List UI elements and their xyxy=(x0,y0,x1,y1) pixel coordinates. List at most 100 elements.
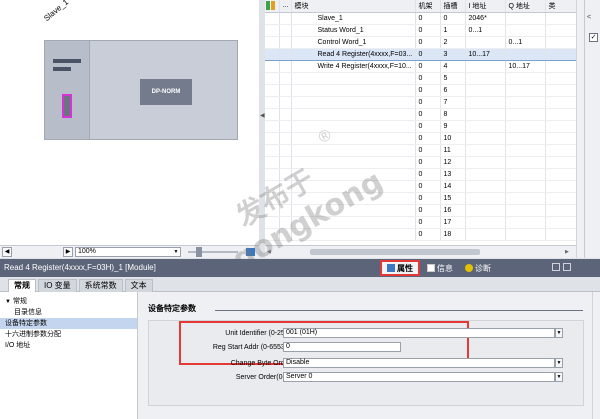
cell-module[interactable] xyxy=(291,204,416,217)
cell-status[interactable] xyxy=(265,24,280,37)
table-row[interactable]: 07 xyxy=(265,96,576,109)
cell-marker[interactable] xyxy=(279,120,292,133)
cell-status[interactable] xyxy=(265,120,280,133)
table-horizontal-scrollbar[interactable]: ◀ ▶ xyxy=(265,245,576,258)
cell-type[interactable] xyxy=(545,228,576,241)
cell-slot[interactable]: 8 xyxy=(440,108,466,121)
cell-i-address[interactable] xyxy=(465,216,506,229)
cell-type[interactable] xyxy=(545,47,576,61)
cell-type[interactable] xyxy=(545,12,576,25)
scrollbar-thumb[interactable] xyxy=(310,249,480,255)
cell-rack[interactable]: 0 xyxy=(415,168,441,181)
cell-i-address[interactable] xyxy=(465,156,506,169)
cell-slot[interactable]: 11 xyxy=(440,144,466,157)
nav-tree-item[interactable]: 十六进制参数分配 xyxy=(0,329,137,340)
collapse-arrow-icon[interactable]: ◀ xyxy=(260,112,265,119)
cell-type[interactable] xyxy=(545,24,576,37)
cell-status[interactable] xyxy=(265,168,280,181)
cell-module[interactable] xyxy=(291,144,416,157)
cell-status[interactable] xyxy=(265,144,280,157)
cell-marker[interactable] xyxy=(279,216,292,229)
cell-slot[interactable]: 15 xyxy=(440,192,466,205)
cell-i-address[interactable] xyxy=(465,36,506,49)
nav-tree-item[interactable]: 目录信息 xyxy=(0,307,137,318)
cell-i-address[interactable] xyxy=(465,132,506,145)
cell-status[interactable] xyxy=(265,228,280,241)
cell-type[interactable] xyxy=(545,108,576,121)
cell-module[interactable] xyxy=(291,96,416,109)
cell-type[interactable] xyxy=(545,96,576,109)
cell-slot[interactable]: 1 xyxy=(440,24,466,37)
cell-marker[interactable] xyxy=(279,180,292,193)
cell-marker[interactable] xyxy=(279,36,292,49)
cell-module[interactable] xyxy=(291,156,416,169)
table-row[interactable]: 0 12 xyxy=(265,156,576,169)
cell-marker[interactable] xyxy=(279,72,292,85)
table-row[interactable]: 06 xyxy=(265,84,576,97)
cell-type[interactable] xyxy=(545,72,576,85)
cell-q-address[interactable] xyxy=(505,47,546,61)
cell-module[interactable] xyxy=(291,108,416,121)
cell-status[interactable] xyxy=(265,72,280,85)
cell-i-address[interactable] xyxy=(465,168,506,181)
chevron-down-icon[interactable]: ▼ xyxy=(555,328,563,338)
cell-q-address[interactable] xyxy=(505,120,546,133)
cell-rack[interactable]: 0 xyxy=(415,180,441,193)
cell-status[interactable] xyxy=(265,47,280,61)
zoom-select[interactable]: 100% ▼ xyxy=(75,247,181,257)
cell-rack[interactable]: 0 xyxy=(415,47,441,61)
cell-type[interactable] xyxy=(545,168,576,181)
cell-slot[interactable]: 17 xyxy=(440,216,466,229)
column-header-rack[interactable]: 机架 xyxy=(415,0,441,13)
cell-module[interactable] xyxy=(291,72,416,85)
cell-module[interactable]: Control Word_1 xyxy=(291,36,416,49)
cell-q-address[interactable]: 10...17 xyxy=(505,60,546,73)
cell-marker[interactable] xyxy=(279,84,292,97)
cell-slot[interactable]: 6 xyxy=(440,84,466,97)
table-row[interactable]: Write 4 Register(4xxxx,F=10... 0 4 10...17 xyxy=(265,60,576,73)
cell-type[interactable] xyxy=(545,192,576,205)
cell-i-address[interactable]: 10...17 xyxy=(465,47,506,61)
cell-marker[interactable] xyxy=(279,108,292,121)
cell-slot[interactable]: 2 xyxy=(440,36,466,49)
cell-module[interactable] xyxy=(291,216,416,229)
cell-rack[interactable]: 0 xyxy=(415,156,441,169)
cell-rack[interactable]: 0 xyxy=(415,228,441,241)
cell-i-address[interactable]: 0...1 xyxy=(465,24,506,37)
cell-status[interactable] xyxy=(265,204,280,217)
table-row[interactable]: 0 14 xyxy=(265,180,576,193)
nav-tree-item[interactable]: I/O 地址 xyxy=(0,340,137,351)
cell-module[interactable] xyxy=(291,192,416,205)
cell-i-address[interactable] xyxy=(465,120,506,133)
cell-slot[interactable]: 7 xyxy=(440,96,466,109)
cell-type[interactable] xyxy=(545,132,576,145)
cell-rack[interactable]: 0 xyxy=(415,108,441,121)
nav-tree-item[interactable]: ▼ 常规 xyxy=(0,296,137,307)
cell-q-address[interactable] xyxy=(505,180,546,193)
cell-status[interactable] xyxy=(265,60,280,73)
scroll-left-icon[interactable]: ◀ xyxy=(267,249,271,255)
cell-module[interactable] xyxy=(291,228,416,241)
cell-i-address[interactable] xyxy=(465,84,506,97)
cell-type[interactable] xyxy=(545,156,576,169)
cell-q-address[interactable] xyxy=(505,108,546,121)
device-view[interactable]: Slave_1 DP-NORM xyxy=(0,0,259,245)
table-row[interactable]: 05 xyxy=(265,72,576,85)
table-row[interactable]: 0 16 xyxy=(265,204,576,217)
cell-type[interactable] xyxy=(545,84,576,97)
cell-type[interactable] xyxy=(545,120,576,133)
chevron-down-icon[interactable]: ▼ xyxy=(555,372,563,382)
cell-slot[interactable]: 4 xyxy=(440,60,466,73)
cell-status[interactable] xyxy=(265,96,280,109)
cell-marker[interactable] xyxy=(279,47,292,61)
float-window-icon[interactable] xyxy=(552,263,560,271)
cell-module[interactable]: Slave_1 xyxy=(291,12,416,25)
cell-marker[interactable] xyxy=(279,168,292,181)
chevron-down-icon[interactable]: ▼ xyxy=(555,358,563,368)
cell-slot[interactable]: 9 xyxy=(440,120,466,133)
cell-i-address[interactable] xyxy=(465,180,506,193)
table-row[interactable]: 09 xyxy=(265,120,576,133)
cell-rack[interactable]: 0 xyxy=(415,204,441,217)
cell-marker[interactable] xyxy=(279,228,292,241)
slave-head-module[interactable] xyxy=(45,41,90,139)
